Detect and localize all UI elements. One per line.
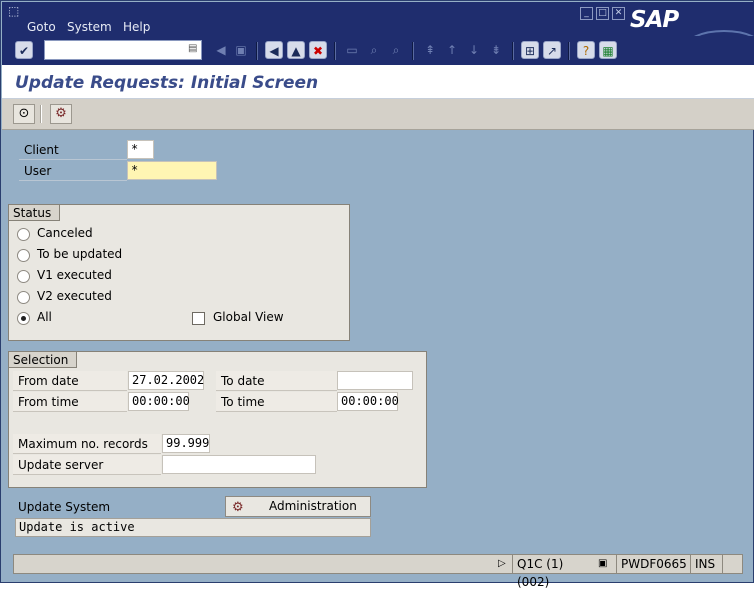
execute-icon[interactable]: ⊙ — [13, 104, 35, 124]
command-history-icon[interactable]: ▤ — [188, 42, 198, 56]
user-label: User — [19, 161, 127, 181]
back-icon[interactable]: ◀ — [265, 41, 283, 59]
toolbar-separator — [568, 42, 570, 60]
status-group: Status Canceled To be updated V1 execute… — [8, 204, 350, 341]
to-date-label: To date — [216, 371, 337, 391]
status-bar-end — [722, 555, 742, 573]
status-bar: ▷ Q1C (1) (002) ▣ PWDF0665 INS — [13, 554, 743, 589]
to-time-label: To time — [216, 392, 337, 412]
maximize-icon[interactable]: □ — [596, 7, 609, 20]
close-icon[interactable]: ✕ — [612, 7, 625, 20]
system-menu-icon[interactable]: ⬚ — [8, 5, 22, 17]
settings-icon[interactable]: ⚙ — [50, 104, 72, 124]
from-date-label: From date — [13, 371, 127, 391]
menu-bar: ⬚ Goto System Help _ □ ✕ SAP — [2, 2, 754, 65]
selection-group-title: Selection — [9, 352, 78, 368]
server-info: PWDF0665 — [616, 555, 690, 573]
next-page-icon: ↓ — [468, 43, 480, 57]
client-input[interactable]: * — [127, 140, 154, 159]
find-icon: ⌕ — [370, 43, 378, 57]
radio-v1-executed-label: V1 executed — [37, 268, 112, 282]
radio-v1-executed[interactable] — [17, 270, 30, 283]
radio-canceled-label: Canceled — [37, 226, 93, 240]
cancel-icon[interactable]: ✖ — [309, 41, 327, 59]
radio-to-be-updated-label: To be updated — [37, 247, 123, 261]
max-records-label: Maximum no. records — [13, 434, 161, 454]
status-group-title: Status — [9, 205, 61, 221]
toolbar-separator — [256, 42, 258, 60]
user-input[interactable]: * — [127, 161, 217, 180]
client-label: Client — [19, 140, 127, 160]
toolbar-separator — [412, 42, 414, 60]
toolbar-separator — [334, 42, 336, 60]
save-icon: ▣ — [235, 43, 247, 57]
create-session-icon[interactable]: ⊞ — [521, 41, 539, 59]
administration-button-label: Administration — [269, 499, 357, 513]
global-view-label: Global View — [213, 310, 284, 324]
radio-all-label: All — [37, 310, 52, 324]
find-next-icon: ⌕ — [392, 43, 400, 57]
radio-v2-executed-label: V2 executed — [37, 289, 112, 303]
radio-canceled[interactable] — [17, 228, 30, 241]
selection-group: Selection From date 27.02.2002 To date F… — [8, 351, 427, 488]
menu-goto[interactable]: Goto — [27, 19, 56, 35]
to-date-input[interactable] — [337, 371, 413, 390]
scroll-left-icon: ◀ — [216, 43, 226, 57]
toolbar-separator — [40, 105, 42, 123]
max-records-input[interactable]: 99.999 — [162, 434, 210, 453]
command-field[interactable] — [44, 40, 202, 60]
from-date-input[interactable]: 27.02.2002 — [128, 371, 204, 390]
update-system-label: Update System — [18, 500, 111, 514]
status-expand-icon[interactable]: ▷ — [498, 556, 506, 572]
application-toolbar: ⊙ ⚙ — [2, 99, 754, 130]
title-bar: Update Requests: Initial Screen — [2, 65, 754, 99]
radio-v2-executed[interactable] — [17, 291, 30, 304]
standard-toolbar: ✔ ▤ ◀ ▣ ◀ ▲ ✖ ▭ ⌕ ⌕ ⇞ ↑ ↓ ⇟ ⊞ ↗ ? ▦ — [2, 36, 754, 65]
radio-to-be-updated[interactable] — [17, 249, 30, 262]
help-icon[interactable]: ? — [577, 41, 595, 59]
sap-logo-text: SAP — [630, 7, 679, 33]
last-page-icon: ⇟ — [490, 43, 502, 57]
global-view-checkbox[interactable] — [192, 312, 205, 325]
print-icon: ▭ — [346, 43, 358, 57]
update-server-label: Update server — [13, 455, 161, 475]
menu-system[interactable]: System — [67, 19, 112, 35]
shortcut-icon[interactable]: ↗ — [543, 41, 561, 59]
from-time-label: From time — [13, 392, 127, 412]
update-status-field: Update is active — [15, 518, 371, 537]
exit-icon[interactable]: ▲ — [287, 41, 305, 59]
first-page-icon: ⇞ — [424, 43, 436, 57]
radio-all[interactable] — [17, 312, 30, 325]
toolbar-separator — [512, 42, 514, 60]
menu-help[interactable]: Help — [123, 19, 150, 35]
to-time-input[interactable]: 00:00:00 — [337, 392, 399, 411]
administration-button[interactable]: ⚙ Administration — [225, 496, 371, 517]
system-info-icon[interactable]: ▣ — [598, 557, 607, 571]
page-title: Update Requests: Initial Screen — [15, 73, 319, 93]
system-info: Q1C (1) (002) — [512, 555, 596, 589]
minimize-icon[interactable]: _ — [580, 7, 593, 20]
settings-icon: ⚙ — [232, 500, 244, 515]
update-server-input[interactable] — [162, 455, 316, 474]
layout-icon[interactable]: ▦ — [599, 41, 617, 59]
enter-icon[interactable]: ✔ — [15, 41, 33, 59]
previous-page-icon: ↑ — [446, 43, 458, 57]
input-mode[interactable]: INS — [690, 555, 722, 573]
sap-window: ⬚ Goto System Help _ □ ✕ SAP ✔ ▤ ◀ ▣ ◀ ▲… — [0, 0, 754, 589]
from-time-input[interactable]: 00:00:00 — [128, 392, 190, 411]
